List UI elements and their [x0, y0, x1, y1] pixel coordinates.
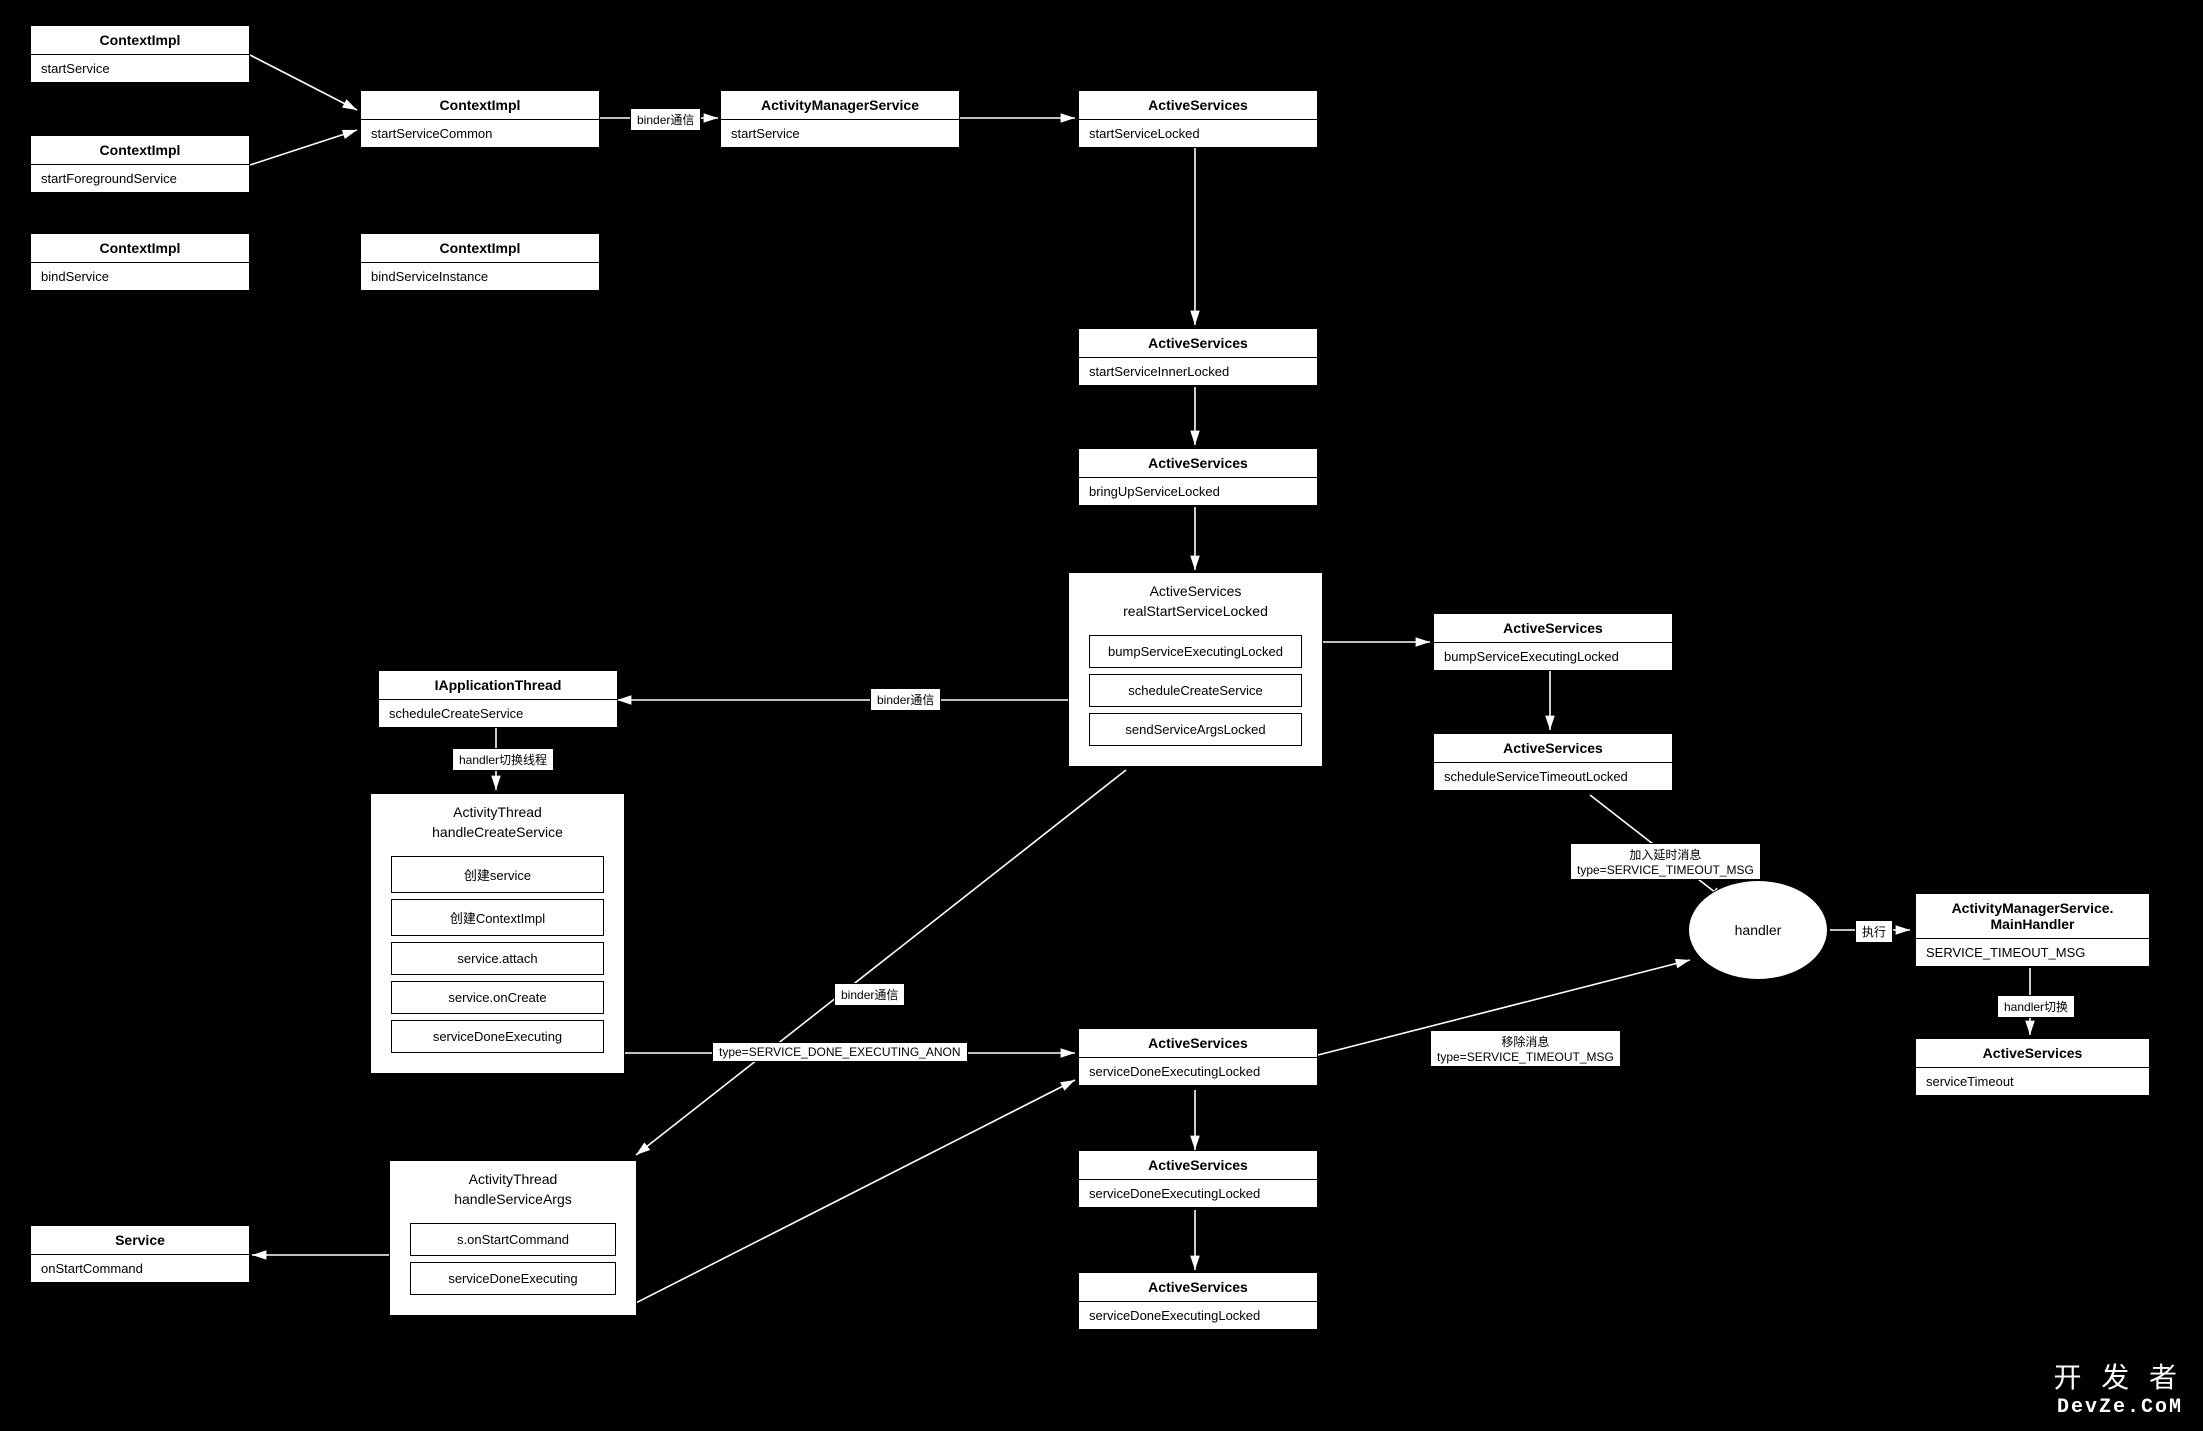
- node-title: IApplicationThread: [379, 671, 617, 700]
- node-method: startServiceLocked: [1079, 120, 1317, 147]
- node-title: ActiveServices: [1079, 1273, 1317, 1302]
- node-title: ActiveServices: [1434, 734, 1672, 763]
- inner-onstartcommand: s.onStartCommand: [410, 1223, 616, 1256]
- node-title: ContextImpl: [361, 91, 599, 120]
- node-ams-startservice: ActivityManagerService startService: [720, 90, 960, 148]
- edge-label-add-delayed: 加入延时消息 type=SERVICE_TIMEOUT_MSG: [1570, 843, 1761, 880]
- edge-label-remove-msg: 移除消息 type=SERVICE_TIMEOUT_MSG: [1430, 1030, 1621, 1067]
- composite-title: ActiveServices: [1069, 573, 1322, 603]
- node-title: ActiveServices: [1079, 91, 1317, 120]
- node-method: startServiceInnerLocked: [1079, 358, 1317, 385]
- edge-label-handler-switch-thread: handler切换线程: [452, 748, 554, 771]
- composite-sub: handleServiceArgs: [390, 1191, 636, 1217]
- node-contextimpl-startforegroundservice: ContextImpl startForegroundService: [30, 135, 250, 193]
- inner-create-contextimpl: 创建ContextImpl: [391, 899, 604, 936]
- composite-title: ActivityThread: [390, 1161, 636, 1191]
- node-activeservices-servicedoneexecutinglocked-2: ActiveServices serviceDoneExecutingLocke…: [1078, 1150, 1318, 1208]
- node-method: serviceTimeout: [1916, 1068, 2149, 1095]
- edge-label-execute: 执行: [1855, 920, 1893, 943]
- node-handler-ellipse: handler: [1688, 880, 1828, 980]
- node-method: SERVICE_TIMEOUT_MSG: [1916, 939, 2149, 966]
- edge-label-handler-switch: handler切换: [1997, 995, 2075, 1018]
- edge-label-type-anon: type=SERVICE_DONE_EXECUTING_ANON: [712, 1042, 968, 1062]
- inner-sendserviceargslocked: sendServiceArgsLocked: [1089, 713, 1302, 746]
- composite-title: ActivityThread: [371, 794, 624, 824]
- node-method: serviceDoneExecutingLocked: [1079, 1302, 1317, 1329]
- node-title: Service: [31, 1226, 249, 1255]
- inner-servicedoneexecuting-2: serviceDoneExecuting: [410, 1262, 616, 1295]
- node-title: ActiveServices: [1079, 449, 1317, 478]
- node-method: scheduleCreateService: [379, 700, 617, 727]
- composite-sub: handleCreateService: [371, 824, 624, 850]
- node-method: serviceDoneExecutingLocked: [1079, 1180, 1317, 1207]
- node-title: ContextImpl: [361, 234, 599, 263]
- node-activeservices-bumpserviceexecutinglocked: ActiveServices bumpServiceExecutingLocke…: [1433, 613, 1673, 671]
- node-title: ContextImpl: [31, 234, 249, 263]
- edge-label-binder-2: binder通信: [870, 688, 941, 711]
- watermark: 开 发 者 DevZe.CoM: [2053, 1356, 2183, 1419]
- inner-schedulecreateservice: scheduleCreateService: [1089, 674, 1302, 707]
- node-method: onStartCommand: [31, 1255, 249, 1282]
- ellipse-label: handler: [1735, 922, 1782, 938]
- composite-realstartservicelocked: ActiveServices realStartServiceLocked bu…: [1068, 572, 1323, 767]
- node-title: ActiveServices: [1434, 614, 1672, 643]
- node-contextimpl-startservice: ContextImpl startService: [30, 25, 250, 83]
- composite-sub: realStartServiceLocked: [1069, 603, 1322, 629]
- composite-handlecreateservice: ActivityThread handleCreateService 创建ser…: [370, 793, 625, 1074]
- inner-service-attach: service.attach: [391, 942, 604, 975]
- node-title: ActiveServices: [1079, 1029, 1317, 1058]
- node-ams-mainhandler: ActivityManagerService. MainHandler SERV…: [1915, 893, 2150, 967]
- node-title: ActivityManagerService: [721, 91, 959, 120]
- node-contextimpl-bindserviceinstance: ContextImpl bindServiceInstance: [360, 233, 600, 291]
- inner-service-oncreate: service.onCreate: [391, 981, 604, 1014]
- node-method: startForegroundService: [31, 165, 249, 192]
- node-activeservices-servicedoneexecutinglocked-1: ActiveServices serviceDoneExecutingLocke…: [1078, 1028, 1318, 1086]
- node-activeservices-startserviceinnerlocked: ActiveServices startServiceInnerLocked: [1078, 328, 1318, 386]
- node-iapplicationthread-schedulecreateservice: IApplicationThread scheduleCreateService: [378, 670, 618, 728]
- node-title: ActiveServices: [1079, 329, 1317, 358]
- edge-label-binder-3: binder通信: [834, 983, 905, 1006]
- node-title: ActiveServices: [1916, 1039, 2149, 1068]
- node-title: ActiveServices: [1079, 1151, 1317, 1180]
- node-method: bindServiceInstance: [361, 263, 599, 290]
- node-method: bumpServiceExecutingLocked: [1434, 643, 1672, 670]
- node-activeservices-bringupservicelocked: ActiveServices bringUpServiceLocked: [1078, 448, 1318, 506]
- node-method: startServiceCommon: [361, 120, 599, 147]
- node-activeservices-startservicelocked: ActiveServices startServiceLocked: [1078, 90, 1318, 148]
- node-method: scheduleServiceTimeoutLocked: [1434, 763, 1672, 790]
- inner-servicedoneexecuting: serviceDoneExecuting: [391, 1020, 604, 1053]
- node-contextimpl-bindservice: ContextImpl bindService: [30, 233, 250, 291]
- node-title: ContextImpl: [31, 26, 249, 55]
- node-title: ActivityManagerService. MainHandler: [1916, 894, 2149, 939]
- inner-bumpserviceexecutinglocked: bumpServiceExecutingLocked: [1089, 635, 1302, 668]
- node-activeservices-servicedoneexecutinglocked-3: ActiveServices serviceDoneExecutingLocke…: [1078, 1272, 1318, 1330]
- node-contextimpl-startservicecommon: ContextImpl startServiceCommon: [360, 90, 600, 148]
- node-service-onstartcommand: Service onStartCommand: [30, 1225, 250, 1283]
- node-method: bindService: [31, 263, 249, 290]
- composite-handleserviceargs: ActivityThread handleServiceArgs s.onSta…: [389, 1160, 637, 1316]
- node-method: serviceDoneExecutingLocked: [1079, 1058, 1317, 1085]
- inner-create-service: 创建service: [391, 856, 604, 893]
- node-method: startService: [31, 55, 249, 82]
- watermark-en: DevZe.CoM: [2053, 1396, 2183, 1419]
- node-method: bringUpServiceLocked: [1079, 478, 1317, 505]
- node-title: ContextImpl: [31, 136, 249, 165]
- edge-label-binder-1: binder通信: [630, 108, 701, 131]
- node-method: startService: [721, 120, 959, 147]
- node-activeservices-scheduleservicetimeoutlocked: ActiveServices scheduleServiceTimeoutLoc…: [1433, 733, 1673, 791]
- watermark-cn: 开 发 者: [2053, 1356, 2183, 1396]
- node-activeservices-servicetimeout: ActiveServices serviceTimeout: [1915, 1038, 2150, 1096]
